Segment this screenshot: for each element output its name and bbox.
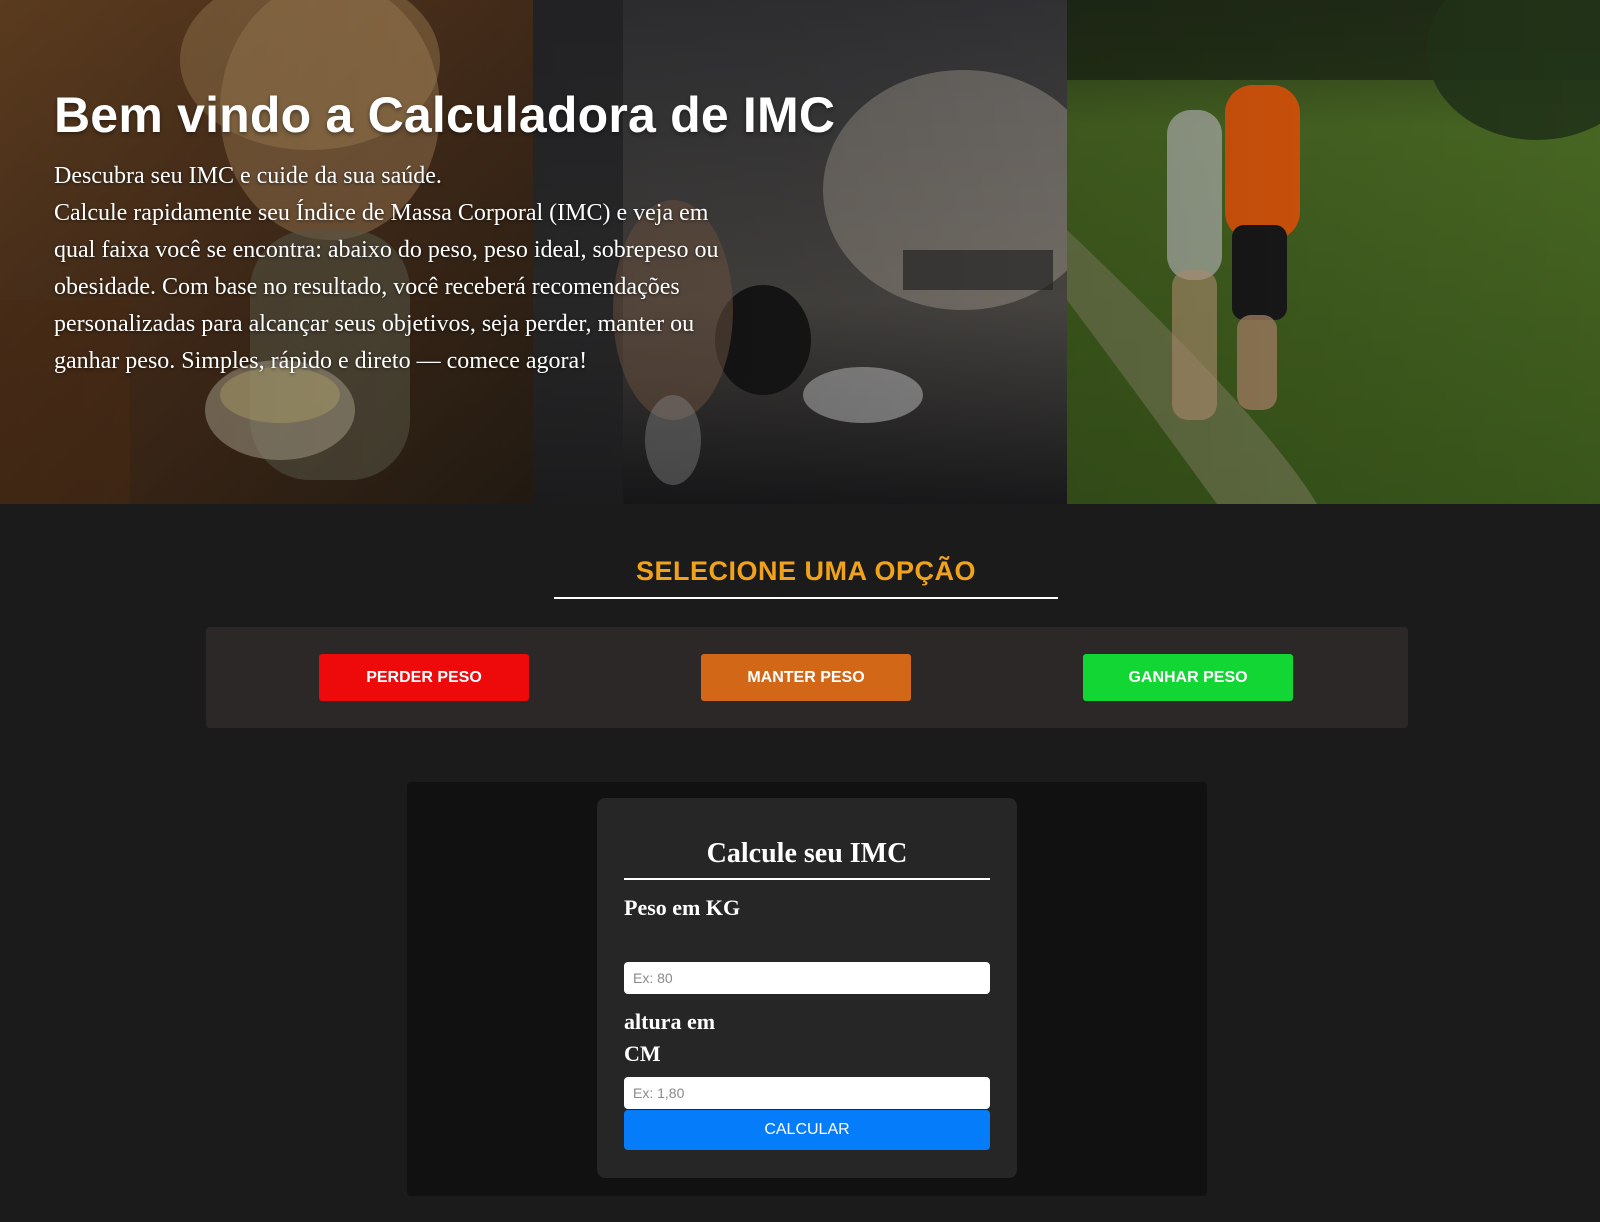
maintain-weight-button[interactable]: MANTER PESO [701,654,911,701]
options-bar: PERDER PESO MANTER PESO GANHAR PESO [206,627,1408,728]
weight-input[interactable] [624,962,990,994]
calculator-section: Calcule seu IMC Peso em KG altura em CM … [407,782,1207,1196]
calculate-button[interactable]: CALCULAR [624,1110,990,1150]
calculator-title: Calcule seu IMC [706,838,908,869]
height-input[interactable] [624,1077,990,1109]
height-label: altura em CM [624,1009,716,1066]
calculator-title-underline [624,878,990,880]
weight-label: Peso em KG [624,895,741,920]
lose-weight-button[interactable]: PERDER PESO [319,654,529,701]
hero-title: Bem vindo a Calculadora de IMC [54,87,836,143]
hero-banner: Bem vindo a Calculadora de IMC Descubra … [0,0,1600,504]
hero-description: Descubra seu IMC e cuide da sua saúde. C… [54,163,719,374]
options-title-underline [554,597,1058,599]
bmi-calculator-card: Calcule seu IMC Peso em KG altura em CM … [597,798,1017,1178]
options-title: SELECIONE UMA OPÇÃO [635,556,977,586]
gain-weight-button[interactable]: GANHAR PESO [1083,654,1293,701]
